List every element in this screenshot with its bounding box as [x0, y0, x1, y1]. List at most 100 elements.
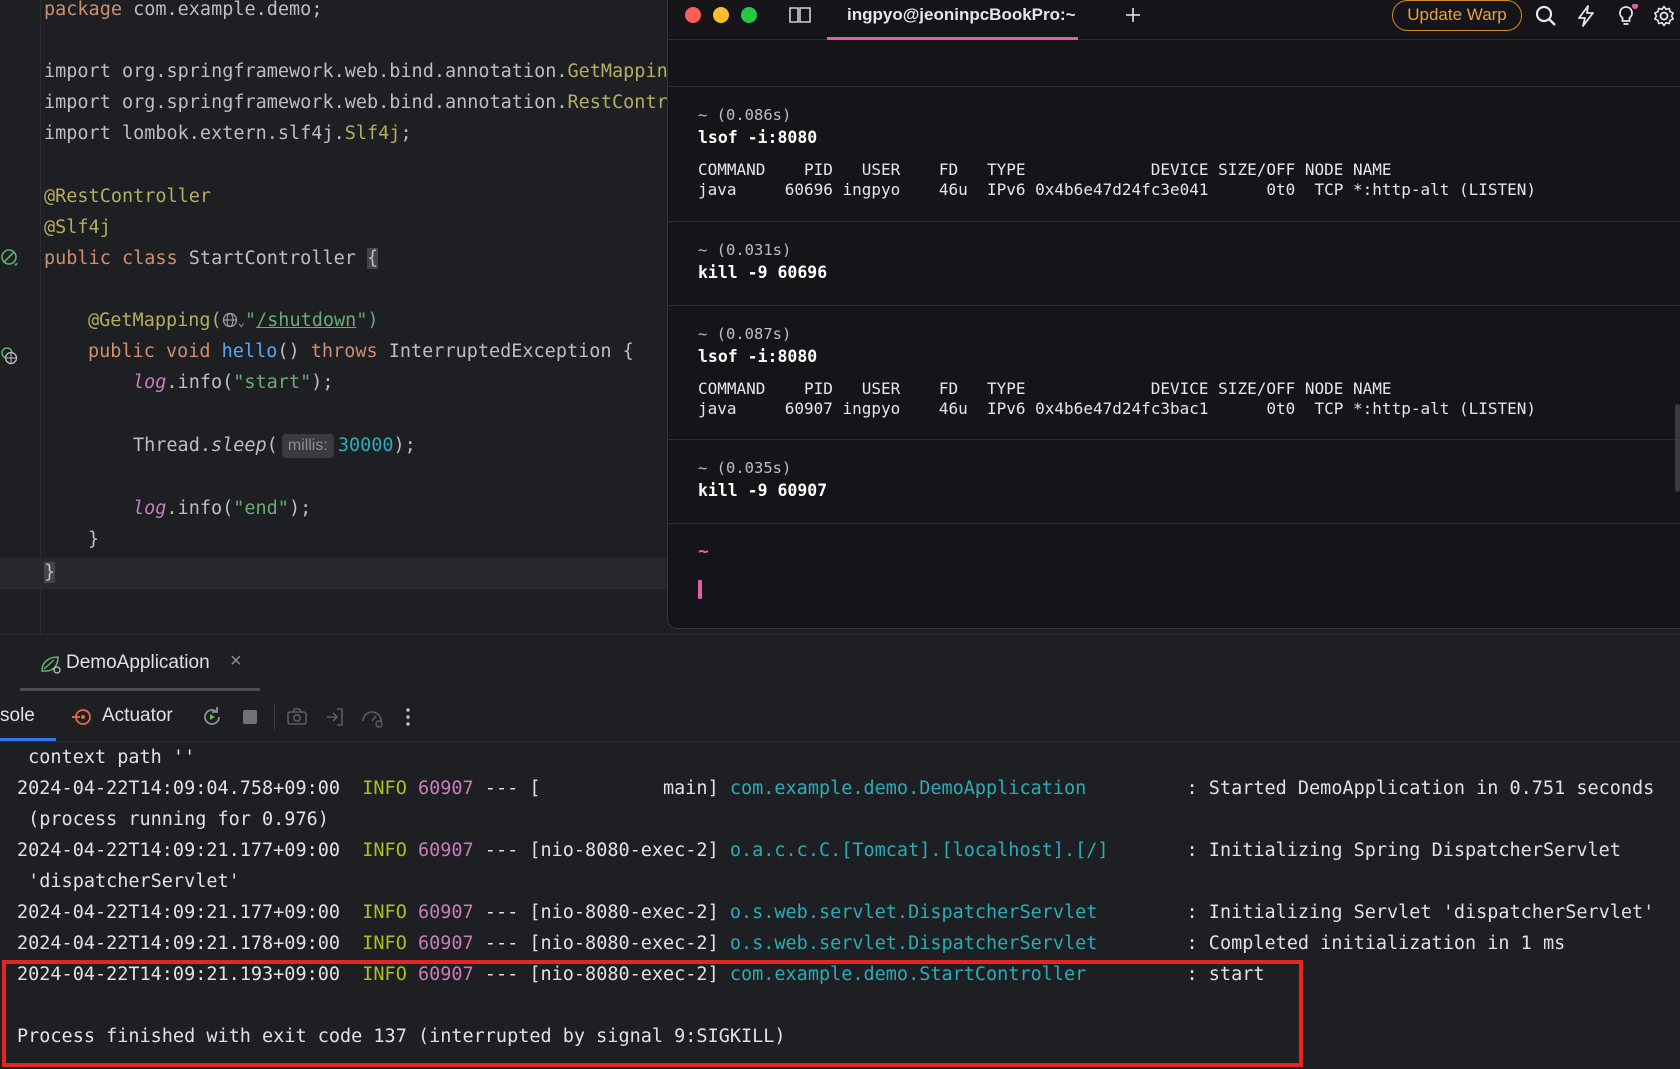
- camera-icon[interactable]: [285, 705, 309, 729]
- close-window-button[interactable]: [685, 7, 701, 23]
- close-tab-icon[interactable]: ×: [230, 650, 242, 673]
- log-thread: --- [nio-8080-exec-2]: [473, 840, 730, 861]
- log-field: log: [133, 498, 167, 519]
- annotation-highlight-box: [2, 960, 1303, 1067]
- code-line-annotation-slf4j: @Slf4j: [44, 217, 111, 238]
- console-line: 2024-04-22T14:09:21.177+09:00 INFO 60907…: [17, 897, 1654, 928]
- console-line: 2024-04-22T14:09:21.178+09:00 INFO 60907…: [17, 928, 1565, 959]
- matched-brace: }: [44, 562, 56, 583]
- block-command: kill -9 60696: [698, 263, 828, 282]
- code-class: RestContr: [567, 92, 668, 113]
- console-line: 2024-04-22T14:09:21.177+09:00 INFO 60907…: [17, 835, 1621, 866]
- endpoint-gutter-icon[interactable]: [0, 346, 20, 366]
- stop-icon[interactable]: [238, 705, 262, 729]
- code-text: Thread.: [133, 435, 211, 456]
- code-line-annotation-restcontroller: @RestController: [44, 186, 212, 207]
- exit-icon[interactable]: [323, 705, 347, 729]
- run-config-tab-label: DemoApplication: [66, 652, 210, 673]
- code-line-method-declaration: public void hello() throws InterruptedEx…: [88, 336, 634, 367]
- lightbulb-icon[interactable]: [1614, 4, 1638, 28]
- log-message: : Started DemoApplication in 0.751 secon…: [1086, 778, 1655, 799]
- tab-console-indicator: [0, 738, 56, 741]
- block-meta: ~ (0.087s): [698, 325, 792, 343]
- log-thread: --- [ main]: [473, 778, 730, 799]
- code-line-class-close: }: [44, 557, 56, 588]
- terminal-block[interactable]: ~ (0.087s) lsof -i:8080 COMMAND PID USER…: [668, 306, 1680, 440]
- block-command: kill -9 60907: [698, 481, 828, 500]
- gear-icon[interactable]: [1652, 4, 1676, 28]
- current-line-highlight: [0, 558, 680, 589]
- log-level: INFO: [362, 840, 407, 861]
- tab-actuator[interactable]: Actuator: [102, 705, 173, 727]
- spring-bean-gutter-icon[interactable]: [0, 248, 20, 268]
- parameter-hint: millis:: [281, 434, 334, 458]
- code-text: (: [266, 435, 278, 456]
- new-tab-plus-icon[interactable]: [1123, 5, 1143, 25]
- code-class: GetMappin: [567, 61, 668, 82]
- terminal-block[interactable]: ~ (0.086s) lsof -i:8080 COMMAND PID USER…: [668, 87, 1680, 222]
- code-text: );: [288, 498, 312, 519]
- zoom-window-button[interactable]: [741, 7, 757, 23]
- terminal-tab-active[interactable]: ingpyo@jeoninpcBookPro:~: [827, 0, 1078, 40]
- log-logger[interactable]: o.s.web.servlet.DispatcherServlet: [730, 933, 1098, 954]
- terminal-tab-title: ingpyo@jeoninpcBookPro:~: [847, 5, 1076, 24]
- code-text: );: [311, 372, 334, 393]
- log-level: INFO: [362, 778, 407, 799]
- minimize-window-button[interactable]: [713, 7, 729, 23]
- profiler-icon[interactable]: [360, 705, 384, 729]
- log-pid: 60907: [406, 840, 474, 861]
- gutter-divider: [40, 0, 41, 634]
- code-text: );: [393, 435, 416, 456]
- code-text: ;: [400, 123, 412, 144]
- search-icon[interactable]: [1534, 4, 1558, 28]
- code-line-package: package com.example.demo;: [44, 0, 322, 25]
- run-config-tab[interactable]: DemoApplication ×: [20, 635, 260, 691]
- number-literal: 30000: [337, 435, 394, 456]
- input-cursor[interactable]: [698, 580, 702, 599]
- globe-icon[interactable]: [222, 312, 238, 328]
- log-timestamp: 2024-04-22T14:09:21.177+09:00: [17, 902, 363, 923]
- code-text: com.example.demo;: [121, 0, 323, 20]
- terminal-block-empty: [668, 40, 1680, 87]
- terminal-scrollbar[interactable]: [1675, 404, 1680, 492]
- block-output-line: java 60696 ingpyo 46u IPv6 0x4b6e47d24fc…: [698, 180, 1537, 199]
- log-logger[interactable]: o.s.web.servlet.DispatcherServlet: [730, 902, 1098, 923]
- log-logger[interactable]: com.example.demo.DemoApplication: [730, 778, 1086, 799]
- sidebar-toggle-icon[interactable]: [788, 5, 812, 25]
- code-text: .info(: [166, 498, 234, 519]
- code-line-thread-sleep: Thread.sleep(millis: 30000);: [133, 430, 416, 461]
- code-line-class-declaration: public class StartController {: [44, 243, 379, 274]
- more-options-icon[interactable]: [396, 705, 420, 729]
- log-level: INFO: [362, 933, 407, 954]
- log-timestamp: 2024-04-22T14:09:21.178+09:00: [17, 933, 363, 954]
- warp-terminal-window[interactable]: ingpyo@jeoninpcBookPro:~ Update Warp ~ (…: [667, 0, 1680, 629]
- log-logger[interactable]: o.a.c.c.C.[Tomcat].[localhost].[/]: [730, 840, 1109, 861]
- terminal-block[interactable]: ~ (0.035s) kill -9 60907: [668, 440, 1680, 524]
- block-output-line: COMMAND PID USER FD TYPE DEVICE SIZE/OFF…: [698, 379, 1392, 398]
- log-pid: 60907: [406, 933, 474, 954]
- log-thread: --- [nio-8080-exec-2]: [473, 933, 730, 954]
- url-path-link[interactable]: /shutdown: [256, 310, 356, 331]
- string-literal: "start": [233, 372, 312, 393]
- keyword: public class: [44, 248, 189, 269]
- rerun-icon[interactable]: [200, 705, 224, 729]
- run-toolbar: sole Actuator: [0, 692, 1680, 742]
- log-field: log: [133, 372, 167, 393]
- annotation: @GetMapping(: [88, 310, 222, 331]
- update-warp-button[interactable]: Update Warp: [1392, 0, 1522, 31]
- tab-console[interactable]: sole: [0, 705, 35, 727]
- terminal-block[interactable]: ~ (0.031s) kill -9 60696: [668, 222, 1680, 306]
- prompt-directory: ~: [698, 541, 709, 562]
- string-literal: "): [356, 310, 379, 331]
- run-tool-window-tabs: DemoApplication ×: [0, 634, 1680, 692]
- lightning-icon[interactable]: [1574, 4, 1598, 28]
- log-thread: --- [nio-8080-exec-2]: [473, 902, 730, 923]
- code-line-log-start: log.info("start");: [133, 367, 334, 398]
- chevron-down-icon[interactable]: ⌄: [238, 315, 245, 329]
- static-method: sleep: [210, 435, 267, 456]
- block-output-line: COMMAND PID USER FD TYPE DEVICE SIZE/OFF…: [698, 160, 1392, 179]
- string-literal: ": [244, 310, 257, 331]
- code-text: import lombok.extern.slf4j.: [44, 123, 345, 144]
- code-text: .info(: [166, 372, 234, 393]
- code-line-getmapping: @GetMapping( ⌄"/shutdown"): [88, 305, 379, 336]
